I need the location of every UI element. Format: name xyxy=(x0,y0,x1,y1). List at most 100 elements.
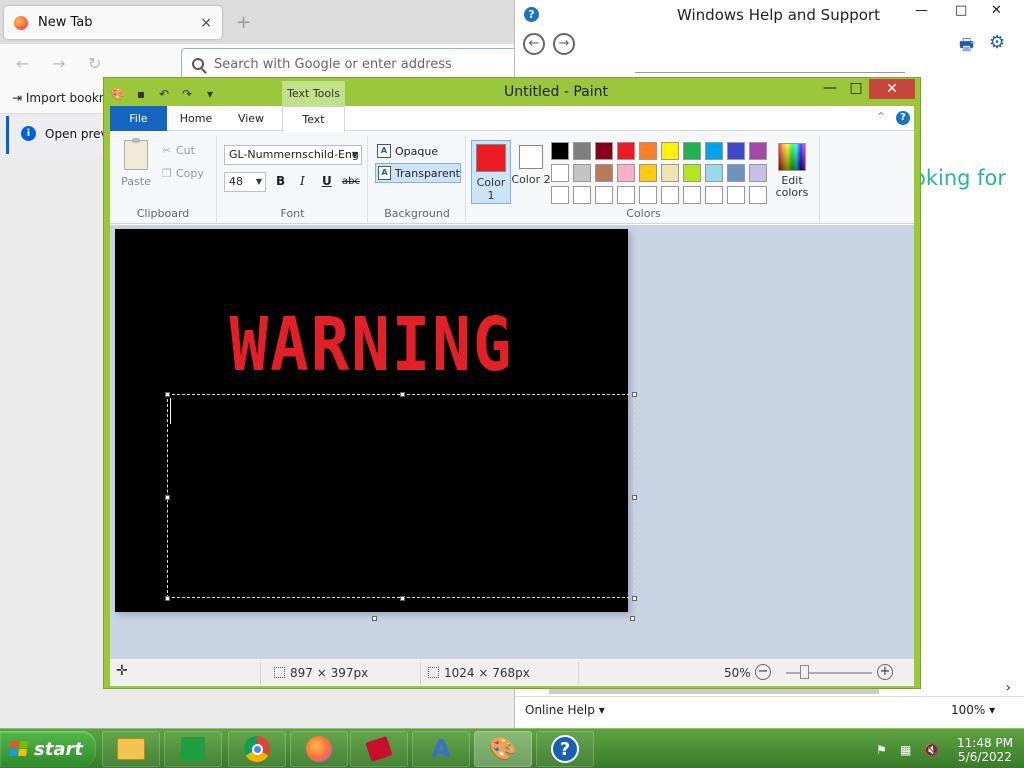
minimize-ribbon-icon[interactable]: ⌃ xyxy=(876,110,886,124)
taskbar-file-explorer[interactable] xyxy=(102,731,160,767)
resize-handle-ne[interactable] xyxy=(632,392,637,397)
palette-color-swatch[interactable] xyxy=(683,142,701,160)
volume-muted-icon[interactable]: 🔇 xyxy=(924,743,939,757)
paint-close-button[interactable]: ✕ xyxy=(869,79,915,99)
help-close-button[interactable]: ✕ xyxy=(991,3,1002,18)
forward-arrow-icon[interactable]: → xyxy=(52,54,65,73)
resize-handle-e[interactable] xyxy=(632,495,637,500)
palette-color-swatch[interactable] xyxy=(683,186,701,204)
palette-color-swatch[interactable] xyxy=(573,164,591,182)
palette-color-swatch[interactable] xyxy=(683,164,701,182)
print-icon[interactable]: 🖶 xyxy=(959,34,974,61)
palette-color-swatch[interactable] xyxy=(595,164,613,182)
resize-handle-sw[interactable] xyxy=(165,596,170,601)
firefox-tab-new-tab[interactable]: New Tab × xyxy=(4,6,222,39)
palette-color-swatch[interactable] xyxy=(595,142,613,160)
palette-color-swatch[interactable] xyxy=(661,142,679,160)
palette-color-swatch[interactable] xyxy=(551,186,569,204)
help-minimize-button[interactable]: — xyxy=(915,3,928,18)
font-size-dropdown[interactable]: 48 ▼ xyxy=(224,172,266,192)
tab-text[interactable]: Text xyxy=(282,106,345,132)
color-1-button[interactable]: Color 1 xyxy=(471,140,511,204)
paste-button[interactable]: Paste xyxy=(118,138,154,188)
resize-handle-s[interactable] xyxy=(400,596,405,601)
palette-color-swatch[interactable] xyxy=(617,186,635,204)
import-bookmarks-link[interactable]: ⇥ Import bookm xyxy=(12,91,110,105)
underline-button[interactable]: U xyxy=(322,174,332,188)
undo-icon[interactable]: ↶ xyxy=(156,86,172,102)
resize-handle-se[interactable] xyxy=(632,596,637,601)
paint-menu-icon[interactable]: 🎨 xyxy=(110,86,126,102)
bold-button[interactable]: B xyxy=(276,174,285,188)
zoom-out-button[interactable]: − xyxy=(755,664,771,680)
help-zoom-button[interactable]: 100% ▾ xyxy=(951,703,995,717)
strikethrough-button[interactable]: abc xyxy=(342,176,360,187)
scroll-right-icon[interactable]: › xyxy=(1005,680,1011,696)
url-bar[interactable]: Search with Google or enter address xyxy=(181,48,521,80)
taskbar-chrome[interactable] xyxy=(228,731,286,767)
palette-color-swatch[interactable] xyxy=(573,186,591,204)
taskbar-help[interactable]: ? xyxy=(536,731,594,767)
palette-color-swatch[interactable] xyxy=(639,142,657,160)
font-family-dropdown[interactable]: GL-Nummernschild-Eng ▼ xyxy=(224,145,362,165)
italic-button[interactable]: I xyxy=(300,174,305,188)
help-maximize-button[interactable]: □ xyxy=(955,3,967,18)
drawing-canvas[interactable]: WARNING xyxy=(115,229,635,612)
palette-color-swatch[interactable] xyxy=(639,186,657,204)
taskbar-paint[interactable]: 🎨 xyxy=(474,731,532,767)
tab-file[interactable]: File xyxy=(110,106,167,131)
palette-color-swatch[interactable] xyxy=(661,164,679,182)
tab-home[interactable]: Home xyxy=(170,106,222,131)
palette-color-swatch[interactable] xyxy=(573,142,591,160)
save-icon[interactable]: ▪ xyxy=(133,86,149,102)
reload-icon[interactable]: ↻ xyxy=(88,54,101,73)
canvas-resize-handle-se[interactable] xyxy=(630,616,635,621)
cut-button[interactable]: ✂ Cut xyxy=(162,144,195,157)
text-box-selection[interactable] xyxy=(167,394,635,598)
taskbar-app-red[interactable] xyxy=(350,731,408,767)
palette-color-swatch[interactable] xyxy=(727,164,745,182)
zoom-slider-thumb[interactable] xyxy=(800,665,809,679)
help-forward-button[interactable]: → xyxy=(553,33,575,55)
start-button[interactable]: start xyxy=(0,731,96,767)
help-back-button[interactable]: ← xyxy=(523,33,545,55)
resize-handle-nw[interactable] xyxy=(165,392,170,397)
action-center-flag-icon[interactable]: ⚑ xyxy=(876,743,887,757)
canvas-area[interactable]: WARNING xyxy=(110,225,914,658)
resize-handle-n[interactable] xyxy=(400,392,405,397)
taskbar-firefox[interactable] xyxy=(290,731,348,767)
palette-color-swatch[interactable] xyxy=(705,186,723,204)
new-tab-icon[interactable]: + xyxy=(236,12,251,33)
zoom-slider[interactable] xyxy=(786,672,872,674)
palette-color-swatch[interactable] xyxy=(595,186,613,204)
palette-color-swatch[interactable] xyxy=(551,142,569,160)
palette-color-swatch[interactable] xyxy=(639,164,657,182)
taskbar-store[interactable] xyxy=(164,731,222,767)
paint-maximize-button[interactable]: □ xyxy=(846,80,866,100)
customize-toolbar-icon[interactable]: ▾ xyxy=(202,86,218,102)
gear-icon[interactable]: ⚙ xyxy=(989,32,1005,53)
redo-icon[interactable]: ↷ xyxy=(179,86,195,102)
copy-button[interactable]: ❐ Copy xyxy=(162,167,204,180)
palette-color-swatch[interactable] xyxy=(749,142,767,160)
palette-color-swatch[interactable] xyxy=(749,186,767,204)
palette-color-swatch[interactable] xyxy=(617,142,635,160)
zoom-in-button[interactable]: + xyxy=(877,664,893,680)
tab-view[interactable]: View xyxy=(226,106,276,131)
paint-help-icon[interactable]: ? xyxy=(896,111,910,125)
resize-handle-w[interactable] xyxy=(165,495,170,500)
canvas-resize-handle-s[interactable] xyxy=(372,616,377,621)
online-help-button[interactable]: Online Help ▾ xyxy=(525,703,605,717)
palette-color-swatch[interactable] xyxy=(617,164,635,182)
palette-color-swatch[interactable] xyxy=(727,142,745,160)
taskbar-app-a[interactable]: A xyxy=(412,731,470,767)
palette-color-swatch[interactable] xyxy=(551,164,569,182)
paint-minimize-button[interactable]: — xyxy=(820,80,840,100)
network-icon[interactable]: ▦ xyxy=(900,743,911,757)
transparent-button[interactable]: A Transparent xyxy=(375,163,461,183)
edit-colors-button[interactable]: Edit colors xyxy=(772,143,812,199)
opaque-button[interactable]: A Opaque xyxy=(375,141,461,161)
back-arrow-icon[interactable]: ← xyxy=(16,54,29,73)
palette-color-swatch[interactable] xyxy=(727,186,745,204)
tab-close-icon[interactable]: × xyxy=(200,15,212,31)
